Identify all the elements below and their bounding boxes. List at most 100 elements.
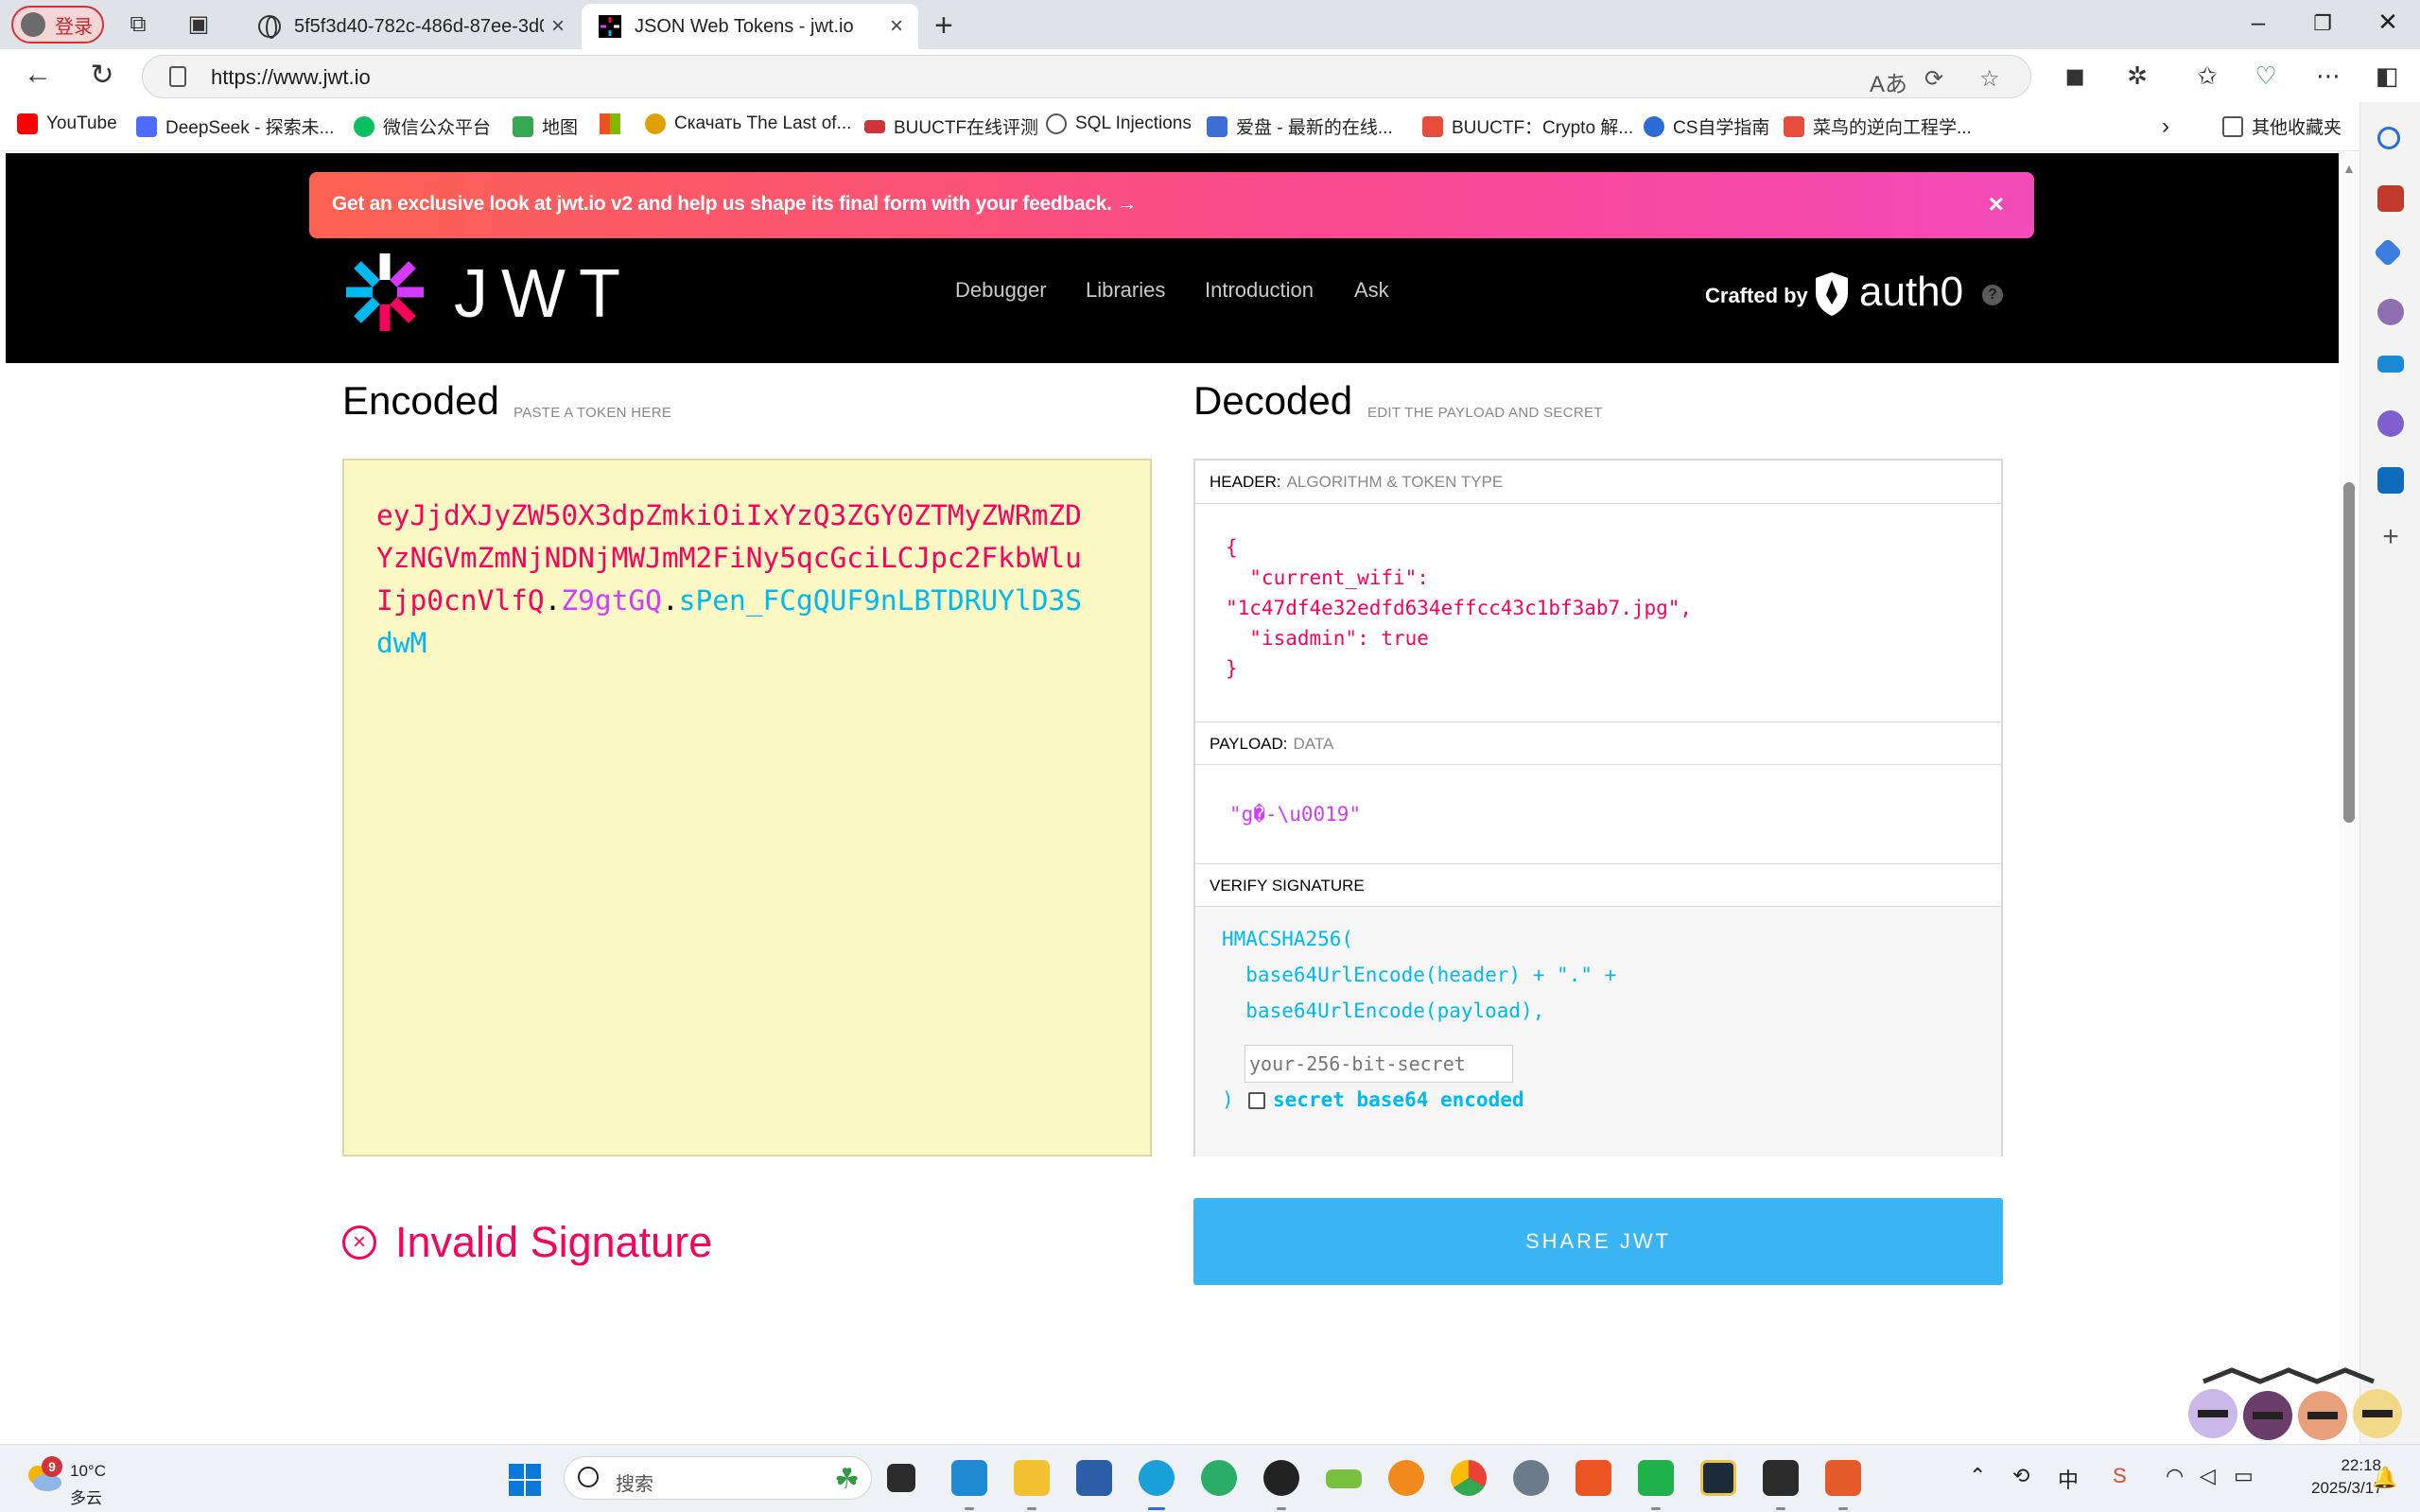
favorites-icon[interactable]: ✩	[2194, 62, 2220, 89]
bookmark-aipan[interactable]: 爱盘 - 最新的在线...	[1207, 113, 1393, 139]
tray-overflow-icon[interactable]: ⌃	[1969, 1464, 1986, 1488]
nav-introduction[interactable]: Introduction	[1205, 278, 1314, 303]
file-explorer-icon[interactable]	[1014, 1460, 1050, 1496]
media-icon[interactable]: ◼	[2062, 62, 2088, 89]
search-icon[interactable]	[2377, 127, 2400, 149]
system-clock[interactable]: 22:18 2025/3/17	[2311, 1454, 2383, 1500]
close-window-icon[interactable]: ✕	[2369, 8, 2407, 37]
share-jwt-button[interactable]: SHARE JWT	[1193, 1198, 2003, 1285]
notification-bell-icon[interactable]: 🔔	[2372, 1466, 2397, 1490]
new-tab-button[interactable]: +	[934, 8, 953, 44]
send-icon[interactable]	[2377, 356, 2404, 373]
windows-taskbar: 9 10°C 多云 搜索 ☘ ⌃ ⟲ 中 S ◠ ◁ ▭ 22:18 2025/…	[0, 1444, 2420, 1512]
profile-button[interactable]: 登录	[11, 6, 104, 43]
bookmark-download[interactable]: Скачать The Last of...	[645, 113, 851, 134]
browser-essentials-icon[interactable]: ♡	[2253, 62, 2279, 89]
banner-close-button[interactable]: ×	[1989, 189, 2004, 219]
help-icon[interactable]: ?	[1982, 285, 2003, 305]
secret-base64-checkbox[interactable]	[1248, 1092, 1265, 1109]
ime-icon[interactable]: 中	[2058, 1464, 2079, 1494]
task-view-icon[interactable]	[887, 1464, 915, 1492]
sig-close: )	[1222, 1088, 1234, 1111]
scroll-up-icon[interactable]: ▲	[2342, 161, 2356, 176]
nav-libraries[interactable]: Libraries	[1086, 278, 1165, 303]
tray-sync-icon[interactable]: ⟲	[2012, 1464, 2029, 1488]
bookmark-buuctf-crypto[interactable]: BUUCTF：Crypto 解...	[1422, 113, 1633, 139]
close-tab-icon[interactable]: ×	[544, 13, 572, 40]
tab-inactive[interactable]: 5f5f3d40-782c-486d-87ee-3d09d ×	[241, 4, 580, 49]
app-icon[interactable]	[1076, 1460, 1112, 1496]
address-bar[interactable]: https://www.jwt.io Aあ ⟳ ☆	[142, 55, 2031, 98]
bookmark-deepseek[interactable]: DeepSeek - 探索未...	[136, 113, 334, 139]
auth0-logo[interactable]: auth0	[1859, 269, 1963, 316]
refresh-icon[interactable]: ↻	[83, 59, 121, 92]
more-menu-icon[interactable]: ⋯	[2315, 62, 2342, 89]
taskbar-search[interactable]: 搜索 ☘	[564, 1456, 872, 1500]
bookmarks-overflow-icon[interactable]: ›	[2162, 113, 2169, 140]
terminal-icon[interactable]	[1763, 1460, 1799, 1496]
wechat-icon[interactable]	[1201, 1460, 1237, 1496]
back-icon[interactable]: ←	[19, 59, 57, 91]
ubuntu-icon[interactable]	[1576, 1460, 1611, 1496]
windows-start-icon[interactable]	[509, 1464, 541, 1496]
app-icon[interactable]	[1513, 1460, 1549, 1496]
bookmark-microsoft[interactable]	[600, 113, 629, 134]
add-icon[interactable]: +	[2377, 523, 2404, 551]
tab-active[interactable]: JSON Web Tokens - jwt.io ×	[582, 4, 918, 49]
app-icon[interactable]	[1825, 1460, 1861, 1496]
bookmark-reverse-engineering[interactable]: 菜鸟的逆向工程学...	[1784, 113, 1972, 139]
outlook-icon[interactable]	[2377, 467, 2404, 494]
qq-icon[interactable]	[1263, 1460, 1299, 1496]
restore-icon[interactable]: ❐	[2304, 11, 2342, 36]
copilot-icon[interactable]	[2377, 410, 2404, 437]
tab-title: JSON Web Tokens - jwt.io	[635, 15, 854, 37]
favorite-star-icon[interactable]: ☆	[1979, 65, 2000, 93]
workspaces-icon[interactable]: ⧉	[125, 11, 151, 38]
close-tab-icon[interactable]: ×	[882, 13, 911, 40]
bookmark-wechat[interactable]: 微信公众平台	[354, 113, 491, 139]
auth0-shield-icon[interactable]	[1812, 270, 1852, 318]
bookmark-cs-guide[interactable]: CS自学指南	[1644, 113, 1769, 139]
pycharm-icon[interactable]	[1638, 1460, 1674, 1496]
minimize-icon[interactable]: –	[2239, 8, 2277, 37]
chrome-icon[interactable]	[1451, 1460, 1487, 1496]
aipan-icon	[1207, 115, 1227, 137]
tray-app-icon[interactable]: S	[2113, 1464, 2127, 1488]
jwt-logo-icon[interactable]	[342, 250, 427, 335]
jwt-wordmark[interactable]: JWT	[454, 255, 634, 333]
nav-ask[interactable]: Ask	[1354, 278, 1389, 303]
battery-icon[interactable]: ▭	[2234, 1464, 2254, 1488]
bookmark-buuctf[interactable]: BUUCTF在线评测	[864, 113, 1038, 139]
buuctf-icon	[864, 119, 885, 133]
vscode-icon[interactable]	[951, 1460, 987, 1496]
arrow-app-icon[interactable]	[1326, 1469, 1362, 1488]
everything-search-icon[interactable]	[1388, 1460, 1424, 1496]
cheat-engine-icon[interactable]	[1700, 1460, 1736, 1496]
vertical-tabs-icon[interactable]: ▣	[185, 11, 212, 38]
jwt-favicon-icon	[599, 15, 621, 38]
edge-icon[interactable]	[1139, 1460, 1175, 1496]
nav-debugger[interactable]: Debugger	[955, 278, 1047, 303]
read-aloud-icon[interactable]: Aあ	[1870, 65, 1907, 98]
bookmark-map[interactable]: 地图	[513, 113, 578, 139]
encoded-token-input[interactable]: eyJjdXJyZW50X3dpZmkiOiIxYzQ3ZGY0ZTMyZWRm…	[342, 459, 1152, 1156]
games-icon[interactable]	[2377, 299, 2404, 325]
promo-banner[interactable]: Get an exclusive look at jwt.io v2 and h…	[309, 172, 2034, 238]
secret-base64-label[interactable]: secret base64 encoded	[1273, 1088, 1524, 1111]
running-indicator	[1277, 1507, 1286, 1510]
shopping-icon[interactable]	[2373, 237, 2403, 268]
bookmark-youtube[interactable]: YouTube	[17, 113, 117, 134]
header-json-editor[interactable]: { "current_wifi": "1c47df4e32edfd634effc…	[1226, 532, 1692, 684]
extensions-icon[interactable]: ✲	[2124, 62, 2150, 89]
page-scrollbar[interactable]: ▲	[2339, 153, 2359, 1444]
secret-input[interactable]	[1245, 1045, 1513, 1083]
volume-icon[interactable]: ◁	[2200, 1464, 2216, 1488]
scrollbar-thumb[interactable]	[2343, 482, 2355, 823]
other-bookmarks[interactable]: 其他收藏夹	[2222, 113, 2342, 139]
tools-icon[interactable]	[2377, 185, 2404, 212]
sync-icon[interactable]: ⟳	[1924, 65, 1943, 93]
sidebar-toggle-icon[interactable]: ◧	[2374, 62, 2400, 89]
bookmark-sql-injections[interactable]: SQL Injections	[1046, 113, 1192, 134]
wifi-icon[interactable]: ◠	[2166, 1464, 2184, 1488]
payload-json-editor[interactable]: "g�-\u0019"	[1229, 799, 1361, 829]
